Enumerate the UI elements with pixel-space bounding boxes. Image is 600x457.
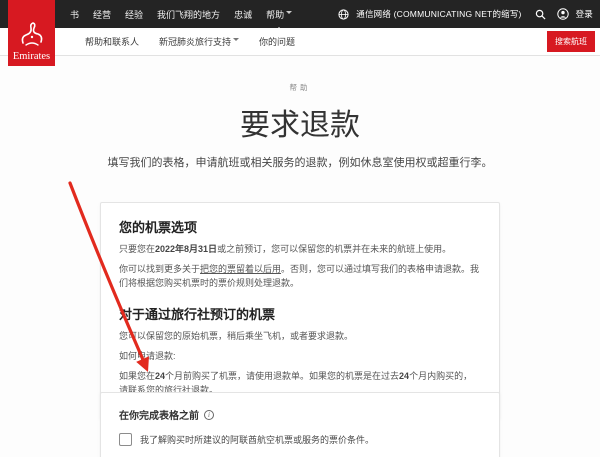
page-title: 要求退款 (0, 100, 600, 144)
keep-ticket-link[interactable]: 把您的票留着以后用 (200, 264, 281, 274)
nav-item-where-we-fly[interactable]: 我们飞翔的地方 (157, 0, 220, 31)
secondary-navigation-bar: 帮助和联系人 新冠肺炎旅行支持 你的问题 搜索航班 (0, 28, 600, 56)
locale-selector[interactable]: 通信网络 (COMMUNICATING NET的缩写) (356, 8, 521, 20)
agent-tickets-heading: 对于通过旅行社预订的机票 (119, 304, 481, 323)
text-fragment: 只要您在 (119, 244, 155, 254)
emirates-wordmark: Emirates (13, 51, 50, 62)
subnav-covid-label: 新冠肺炎旅行支持 (159, 37, 231, 47)
page-subtitle: 填写我们的表格，申请航班或相关服务的退款，例如休息室使用权或超重行李。 (90, 155, 510, 172)
chevron-down-icon (286, 11, 292, 17)
nav-item-help-label: 帮助 (266, 10, 284, 20)
secondary-nav-menu: 帮助和联系人 新冠肺炎旅行支持 你的问题 (85, 35, 295, 48)
subnav-your-questions[interactable]: 你的问题 (259, 35, 295, 48)
ticket-options-paragraph-1: 只要您在2022年8月31日或之前预订，您可以保留您的机票并在未来的航班上使用。 (119, 243, 481, 257)
bold-date: 2022年8月31日 (155, 244, 217, 254)
text-fragment: 你可以找到更多关于 (119, 264, 200, 274)
before-form-card: 在你完成表格之前 i 我了解购买时所建议的阿联酋航空机票或服务的票价条件。 (100, 392, 500, 457)
nav-item-loyalty[interactable]: 忠诚 (234, 0, 252, 31)
top-bar-right: 通信网络 (COMMUNICATING NET的缩写) 登录 (338, 8, 593, 20)
nav-item-book[interactable]: 书 (70, 0, 79, 31)
subnav-covid-travel-support[interactable]: 新冠肺炎旅行支持 (159, 35, 239, 48)
nav-item-manage[interactable]: 经营 (93, 0, 111, 31)
hero-eyebrow: 帮助 (0, 82, 600, 93)
nav-item-experience[interactable]: 经验 (125, 0, 143, 31)
fare-conditions-label: 我了解购买时所建议的阿联酋航空机票或服务的票价条件。 (140, 433, 374, 447)
search-icon[interactable] (535, 9, 546, 20)
login-link[interactable]: 登录 (576, 8, 593, 20)
search-flights-button[interactable]: 搜索航班 (547, 31, 595, 52)
agent-tickets-paragraph-1: 您可以保留您的原始机票，稍后乘坐飞机，或者要求退款。 (119, 330, 481, 344)
text-fragment: 如果您在 (119, 371, 155, 381)
subnav-help-and-contacts[interactable]: 帮助和联系人 (85, 35, 139, 48)
agent-tickets-paragraph-2: 如何申请退款: (119, 350, 481, 364)
chevron-down-icon (233, 38, 239, 44)
fare-conditions-check-row: 我了解购买时所建议的阿联酋航空机票或服务的票价条件。 (119, 433, 481, 447)
emirates-logo[interactable]: Emirates (8, 0, 55, 66)
emirates-calligraphy-icon (19, 21, 45, 51)
top-navigation-bar: 书 经营 经验 我们飞翔的地方 忠诚 帮助 通信网络 (COMMUNICATIN… (0, 0, 600, 28)
before-form-heading: 在你完成表格之前 (119, 407, 199, 422)
nav-item-help[interactable]: 帮助 (266, 0, 292, 31)
ticket-options-card: 您的机票选项 只要您在2022年8月31日或之前预订，您可以保留您的机票并在未来… (100, 202, 500, 419)
fare-conditions-checkbox[interactable] (119, 433, 132, 446)
hero-section: 帮助 要求退款 填写我们的表格，申请航班或相关服务的退款，例如休息室使用权或超重… (0, 82, 600, 172)
text-fragment: 个月前购买了机票，请使用退款单。如果您的机票是在过去 (165, 371, 399, 381)
ticket-options-paragraph-2: 你可以找到更多关于把您的票留着以后用。否则，您可以通过填写我们的表格申请退款。我… (119, 263, 481, 291)
emirates-refund-page: 书 经营 经验 我们飞翔的地方 忠诚 帮助 通信网络 (COMMUNICATIN… (0, 0, 600, 457)
user-icon[interactable] (557, 8, 569, 20)
info-icon[interactable]: i (204, 410, 214, 420)
bold-number: 24 (399, 371, 409, 381)
globe-icon[interactable] (338, 9, 349, 20)
top-nav-menu: 书 经营 经验 我们飞翔的地方 忠诚 帮助 (70, 0, 292, 31)
before-form-heading-row: 在你完成表格之前 i (119, 407, 481, 422)
bold-number: 24 (155, 371, 165, 381)
ticket-options-heading: 您的机票选项 (119, 217, 481, 236)
text-fragment: 或之前预订，您可以保留您的机票并在未来的航班上使用。 (217, 244, 451, 254)
